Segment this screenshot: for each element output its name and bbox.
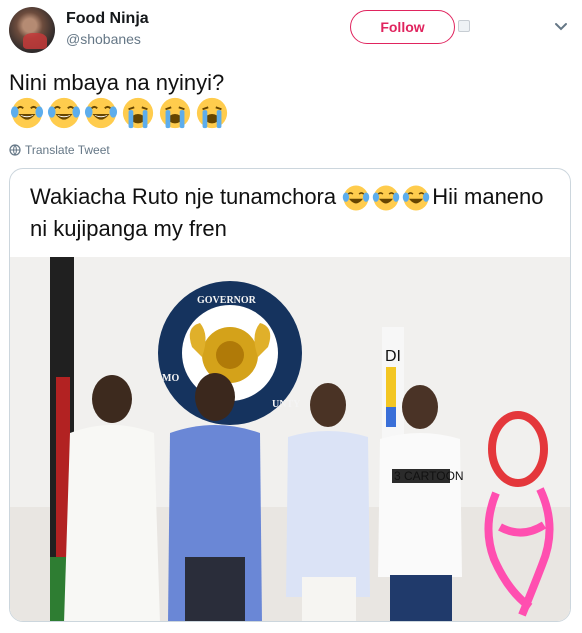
translate-tweet-link[interactable]: Translate Tweet [9,143,110,157]
caption-text-part1: Wakiacha Ruto nje tunamchora [30,184,343,209]
face-with-tears-of-joy-icon [10,97,44,129]
author-handle[interactable]: @shobanes [66,31,141,47]
tweet-media-image[interactable]: Wakiacha Ruto nje tunamchora Hii maneno … [9,168,571,622]
seal-left-text: MO [162,373,179,384]
card-icon[interactable] [458,20,470,32]
tweet-text: Nini mbaya na nyinyi? [9,70,225,95]
tweet-header: Food Ninja @shobanes Follow [0,0,582,60]
author-name[interactable]: Food Ninja [66,10,149,28]
seal-top-text: GOVERNOR [197,295,257,306]
face-with-tears-of-joy-icon [84,97,118,129]
tshirt-text: 3 CARTOON [394,469,464,483]
face-with-tears-of-joy-icon [343,185,370,211]
tweet-emoji-row [10,96,229,132]
face-with-tears-of-joy-icon [47,97,81,129]
svg-text:DI: DI [385,348,401,365]
meme-caption: Wakiacha Ruto nje tunamchora Hii maneno … [30,181,550,245]
loudly-crying-face-icon [122,97,154,129]
chevron-down-icon[interactable] [553,18,569,34]
loudly-crying-face-icon [196,97,228,129]
globe-icon [9,144,21,156]
loudly-crying-face-icon [159,97,191,129]
group-photo: GOVERNOR MO UNTY DI 3 CARTOON [10,257,570,621]
avatar[interactable] [9,7,55,53]
seal-right-text: UNTY [272,399,301,410]
face-with-tears-of-joy-icon [373,185,400,211]
translate-tweet-label[interactable]: Translate Tweet [25,143,110,157]
follow-button[interactable]: Follow [350,10,455,44]
face-with-tears-of-joy-icon [403,185,430,211]
group-photo-illustration: GOVERNOR MO UNTY DI 3 CARTOON [10,257,570,621]
